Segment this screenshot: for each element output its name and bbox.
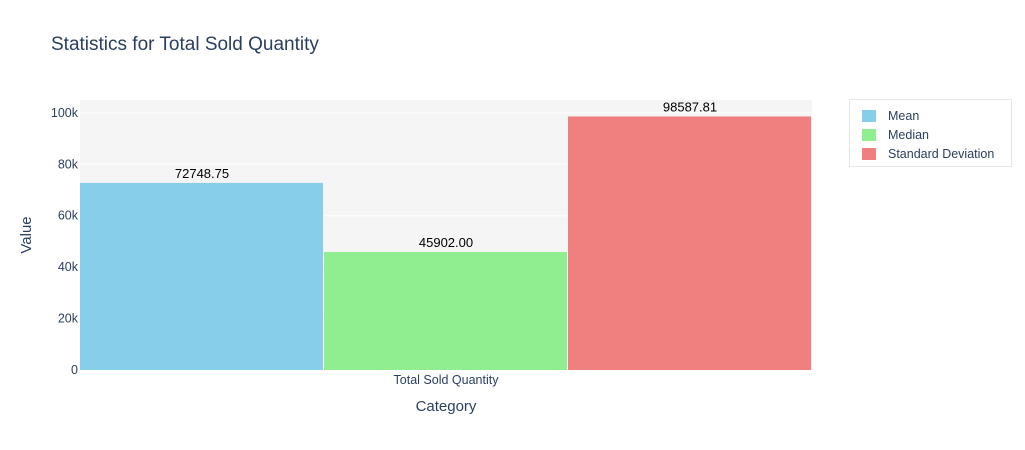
bar-standard-deviation <box>568 116 811 370</box>
legend: Mean Median Standard Deviation <box>849 99 1012 167</box>
bar-mean <box>80 182 323 370</box>
y-tick-label: 80k <box>58 157 79 171</box>
y-tick-label: 0 <box>71 363 78 377</box>
legend-label: Mean <box>888 108 920 123</box>
chart-title: Statistics for Total Sold Quantity <box>51 34 319 55</box>
y-tick-label: 60k <box>58 209 79 223</box>
data-label: 72748.75 <box>175 166 229 181</box>
legend-label: Median <box>888 127 929 142</box>
y-tick-label: 20k <box>58 312 79 326</box>
legend-swatch <box>862 147 876 160</box>
legend-swatch <box>862 128 876 141</box>
legend-item[interactable]: Standard Deviation <box>862 144 1011 163</box>
legend-label: Standard Deviation <box>888 146 995 161</box>
bar-chart: Statistics for Total Sold Quantity 72748… <box>18 34 812 415</box>
y-tick-label: 40k <box>58 260 79 274</box>
bar-median <box>324 251 567 370</box>
y-axis-title: Value <box>18 216 35 253</box>
x-axis-ticks: Total Sold Quantity <box>394 373 500 387</box>
data-label: 98587.81 <box>663 99 717 114</box>
y-tick-label: 100k <box>51 106 79 120</box>
legend-swatch <box>862 109 876 122</box>
y-axis-ticks: 0 20k 40k 60k 80k 100k <box>51 106 79 377</box>
x-axis-title: Category <box>416 398 477 415</box>
legend-item[interactable]: Mean <box>862 106 1011 125</box>
data-label: 45902.00 <box>419 235 473 250</box>
x-tick-label: Total Sold Quantity <box>394 373 500 387</box>
legend-item[interactable]: Median <box>862 125 1011 144</box>
